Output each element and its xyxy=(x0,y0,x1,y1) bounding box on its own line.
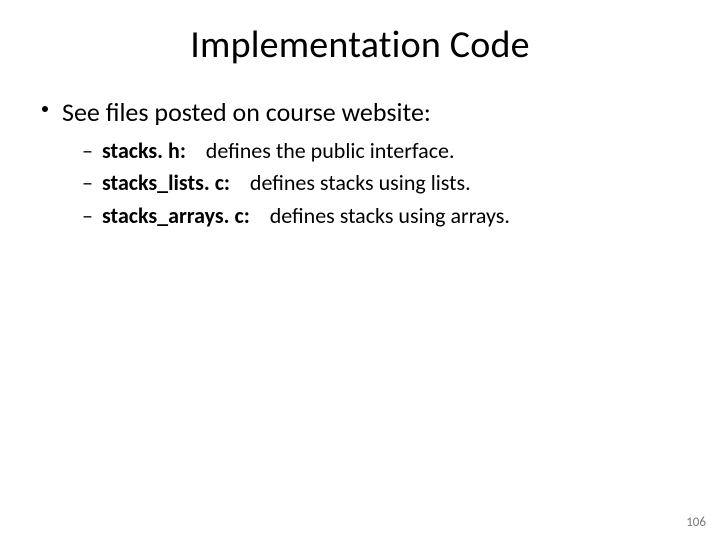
dash-bullet-icon: – xyxy=(82,169,93,198)
intro-text: See files posted on course website: xyxy=(62,96,431,128)
slide-body: See files posted on course website: – st… xyxy=(0,68,720,230)
file-name: stacks. h: xyxy=(102,137,186,164)
dash-bullet-icon: – xyxy=(82,137,93,166)
slide: Implementation Code See files posted on … xyxy=(0,0,720,540)
file-desc-text: defines the public interface. xyxy=(206,137,455,164)
file-desc-text: defines stacks using lists. xyxy=(250,169,471,196)
slide-title: Implementation Code xyxy=(0,0,720,68)
file-desc xyxy=(255,202,270,229)
page-number: 106 xyxy=(686,515,706,530)
file-desc xyxy=(191,137,206,164)
disc-bullet-icon xyxy=(42,106,48,112)
bullet-level2: – stacks. h: defines the public interfac… xyxy=(38,137,682,166)
bullet-level2: – stacks_lists. c: defines stacks using … xyxy=(38,169,682,198)
bullet-level2: – stacks_arrays. c: defines stacks using… xyxy=(38,202,682,231)
file-name: stacks_arrays. c: xyxy=(102,202,250,229)
dash-bullet-icon: – xyxy=(82,202,93,231)
file-name: stacks_lists. c: xyxy=(102,169,230,196)
file-desc xyxy=(235,169,250,196)
file-desc-text: defines stacks using arrays. xyxy=(270,202,510,229)
bullet-level1: See files posted on course website: xyxy=(38,96,682,129)
